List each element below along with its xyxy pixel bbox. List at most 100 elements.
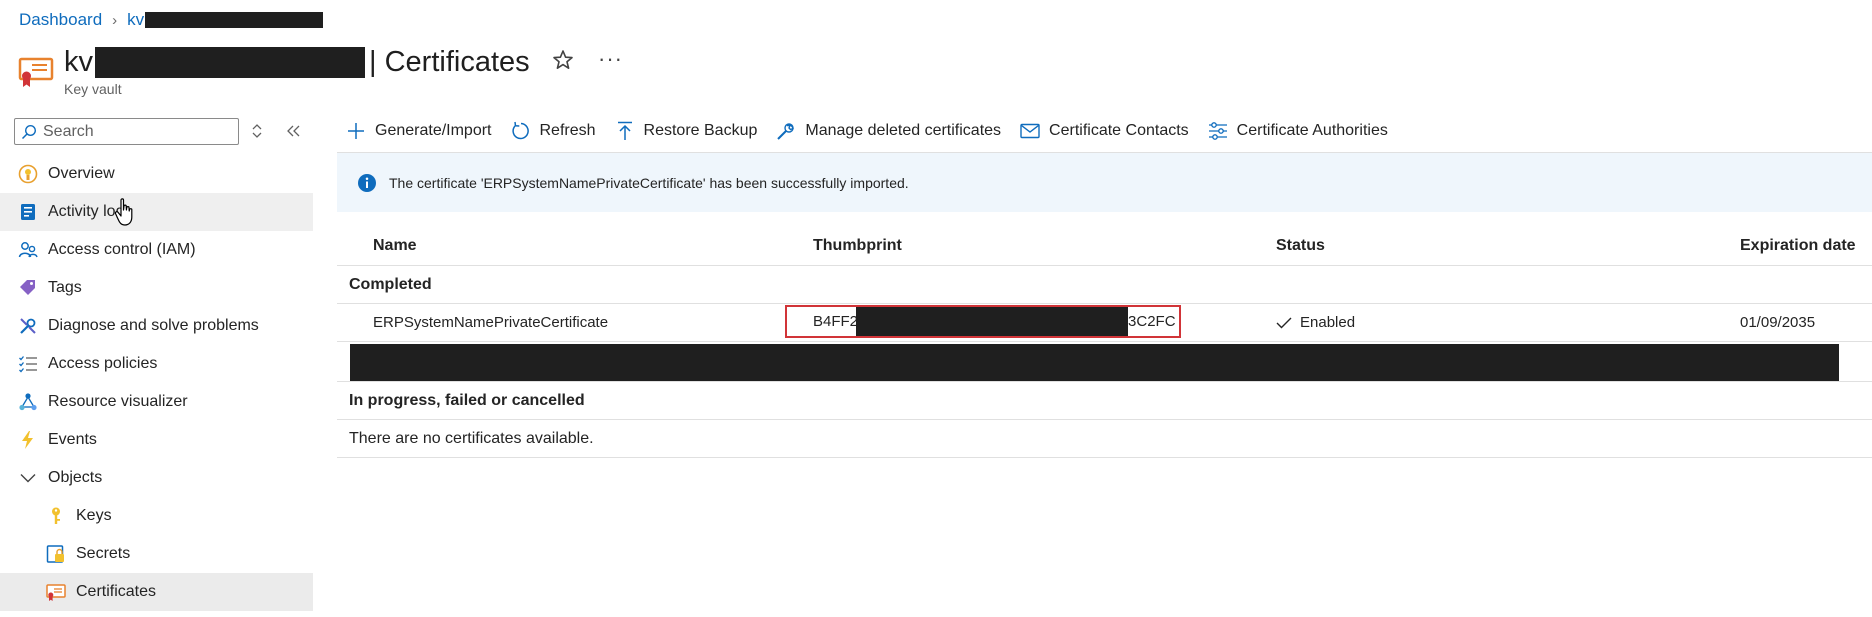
status-text: Enabled <box>1300 314 1356 331</box>
sidebar-item-diagnose[interactable]: Diagnose and solve problems <box>0 307 313 345</box>
page-title-suffix: | Certificates <box>369 45 530 78</box>
sidebar-item-certificates[interactable]: Certificates <box>0 573 313 611</box>
sidebar-item-activity-log[interactable]: Activity log <box>0 193 313 231</box>
hand-cursor-icon <box>114 198 133 226</box>
sort-toggle-icon[interactable] <box>246 120 268 142</box>
chevron-right-icon: › <box>112 11 118 29</box>
plus-icon <box>346 121 366 141</box>
refresh-label: Refresh <box>539 122 596 139</box>
sidebar-item-label: Access control (IAM) <box>48 241 196 258</box>
column-header-name[interactable]: Name <box>373 237 417 255</box>
sidebar-item-label: Access policies <box>48 355 158 372</box>
sidebar-item-label: Resource visualizer <box>48 393 188 410</box>
sidebar-item-objects[interactable]: Objects <box>0 459 313 497</box>
table-header: Name Thumbprint Status Expiration date <box>337 226 1872 266</box>
sidebar-item-label: Certificates <box>76 583 157 600</box>
certificate-authorities-label: Certificate Authorities <box>1236 122 1388 139</box>
certificate-contacts-label: Certificate Contacts <box>1049 122 1189 139</box>
thumbprint-end: 3C2FC <box>1128 313 1176 330</box>
sidebar-item-overview[interactable]: Overview <box>0 155 313 193</box>
upload-icon <box>615 121 635 141</box>
list-check-icon <box>18 354 38 374</box>
lightning-icon <box>18 430 38 450</box>
info-icon <box>358 173 376 192</box>
wrench-icon <box>776 121 796 141</box>
page-subtitle: Key vault <box>64 81 122 97</box>
iam-icon <box>18 240 38 260</box>
collapse-sidebar-icon[interactable] <box>282 120 304 142</box>
page-header: kv | Certificates Key vault ··· <box>18 40 718 102</box>
redacted-block <box>856 307 1129 336</box>
search-input[interactable] <box>43 122 233 141</box>
group-header-completed: Completed <box>337 266 1872 304</box>
sidebar-item-label: Keys <box>76 507 112 524</box>
wrench-icon <box>18 316 38 336</box>
restore-backup-label: Restore Backup <box>643 122 758 139</box>
sidebar-item-tags[interactable]: Tags <box>0 269 313 307</box>
star-icon[interactable] <box>551 48 575 72</box>
sidebar-item-label: Secrets <box>76 545 131 562</box>
page-title: kv | Certificates <box>64 42 530 82</box>
sidebar-item-label: Events <box>48 431 97 448</box>
breadcrumb: Dashboard › kv <box>19 9 324 31</box>
column-header-thumbprint[interactable]: Thumbprint <box>813 237 902 255</box>
key-icon <box>46 506 66 526</box>
secret-icon <box>46 544 66 564</box>
sidebar-item-resource-visualizer[interactable]: Resource visualizer <box>0 383 313 421</box>
generate-import-label: Generate/Import <box>375 122 492 139</box>
generate-import-button[interactable]: Generate/Import <box>346 121 492 141</box>
checkmark-icon <box>1276 317 1292 328</box>
redacted-block <box>95 46 365 78</box>
sidebar-item-label: Objects <box>48 469 103 486</box>
certificate-authorities-button[interactable]: Certificate Authorities <box>1208 121 1388 141</box>
status-cell: Enabled <box>1276 314 1355 331</box>
mail-icon <box>1020 121 1040 141</box>
manage-deleted-certificates-button[interactable]: Manage deleted certificates <box>776 121 1001 141</box>
manage-deleted-label: Manage deleted certificates <box>805 122 1002 139</box>
thumbprint-cell: B4FF2 3C2FC <box>785 305 1181 338</box>
column-header-status[interactable]: Status <box>1276 237 1325 255</box>
empty-state-message: There are no certificates available. <box>337 420 1872 458</box>
search-icon <box>21 124 37 139</box>
sidebar-item-events[interactable]: Events <box>0 421 313 459</box>
certificate-icon <box>18 57 54 87</box>
activity-log-icon <box>18 202 38 222</box>
resource-visualizer-icon <box>18 392 38 412</box>
expiration-date: 01/09/2035 <box>1740 314 1816 331</box>
refresh-button[interactable]: Refresh <box>511 121 596 141</box>
tag-icon <box>18 278 38 298</box>
group-header-in-progress: In progress, failed or cancelled <box>337 382 1872 420</box>
sidebar-item-secrets[interactable]: Secrets <box>0 535 313 573</box>
redacted-block <box>145 12 324 28</box>
more-icon[interactable]: ··· <box>598 46 623 72</box>
certificates-table: Name Thumbprint Status Expiration date C… <box>337 226 1872 458</box>
sidebar-item-label: Overview <box>48 165 115 182</box>
breadcrumb-dashboard-link[interactable]: Dashboard <box>19 10 102 30</box>
restore-backup-button[interactable]: Restore Backup <box>615 121 758 141</box>
page-title-prefix: kv <box>64 45 93 78</box>
sidebar-search <box>14 118 239 145</box>
certificate-name[interactable]: ERPSystemNamePrivateCertificate <box>373 314 608 331</box>
sidebar-item-access-policies[interactable]: Access policies <box>0 345 313 383</box>
overview-icon <box>18 164 38 184</box>
certificate-icon <box>46 582 66 602</box>
success-notification: The certificate 'ERPSystemNamePrivateCer… <box>337 153 1872 212</box>
table-row[interactable]: ERPSystemNamePrivateCertificate B4FF2 3C… <box>337 304 1872 342</box>
sidebar-nav: Overview Activity log Access control (IA… <box>0 155 313 611</box>
sidebar-item-label: Tags <box>48 279 82 296</box>
breadcrumb-current-link[interactable]: kv <box>127 10 144 30</box>
redacted-block <box>350 344 1839 381</box>
certificate-contacts-button[interactable]: Certificate Contacts <box>1020 121 1189 141</box>
settings-sliders-icon <box>1208 121 1228 141</box>
sidebar-item-label: Activity log <box>48 203 125 220</box>
thumbprint-start: B4FF2 <box>813 313 859 330</box>
sidebar-item-keys[interactable]: Keys <box>0 497 313 535</box>
command-bar: Generate/Import Refresh Restore Backup M… <box>346 116 1407 146</box>
chevron-down-icon <box>18 468 38 488</box>
sidebar-item-label: Diagnose and solve problems <box>48 317 259 334</box>
notification-text: The certificate 'ERPSystemNamePrivateCer… <box>389 174 909 191</box>
column-header-expiration[interactable]: Expiration date <box>1740 237 1856 255</box>
redacted-row <box>337 342 1872 382</box>
refresh-icon <box>511 121 531 141</box>
sidebar-item-access-control[interactable]: Access control (IAM) <box>0 231 313 269</box>
